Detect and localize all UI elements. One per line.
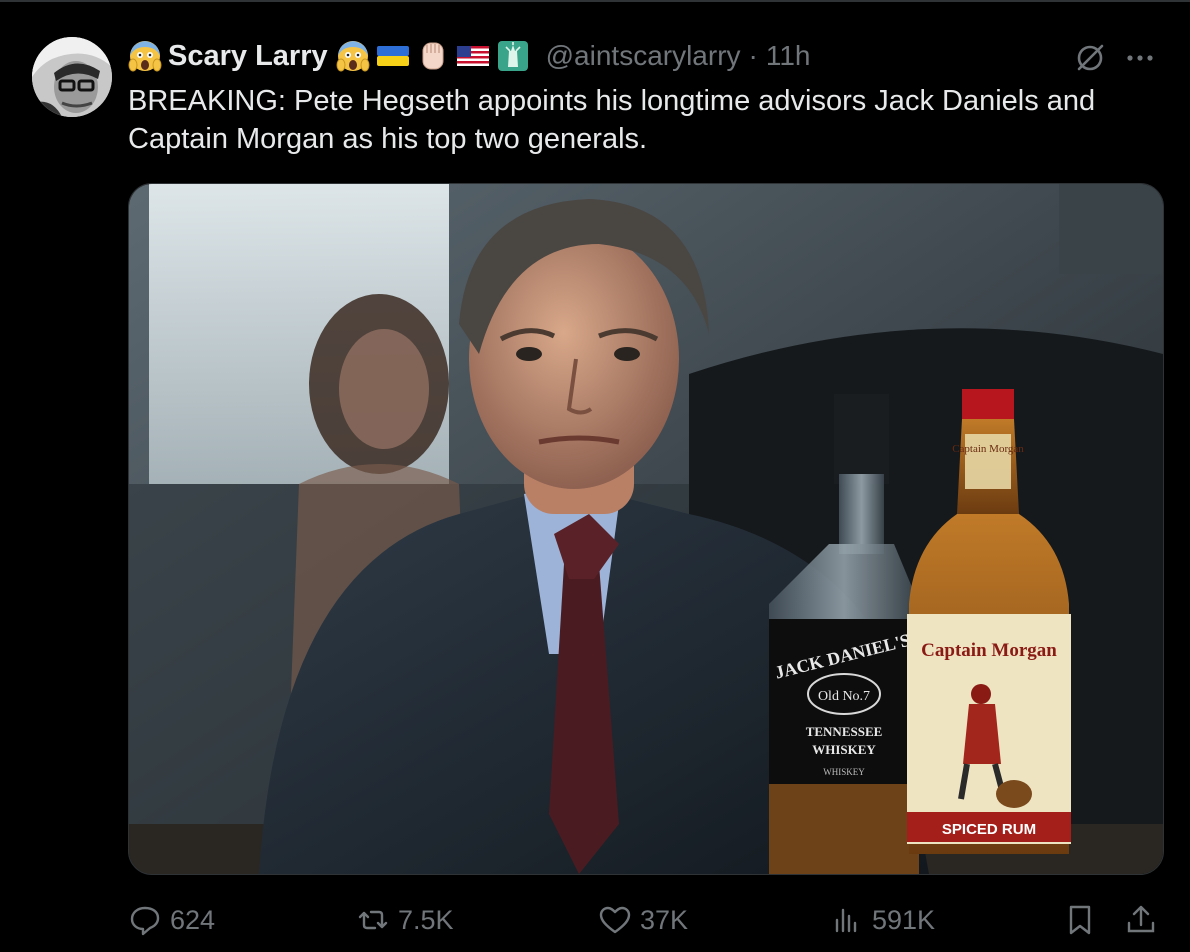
jd-monogram: Old No.7: [818, 689, 870, 704]
bookmark-button[interactable]: [1063, 892, 1105, 948]
scream-emoji-icon: [336, 39, 370, 73]
views-button[interactable]: 591K: [830, 892, 935, 948]
timestamp[interactable]: 11h: [766, 40, 811, 72]
heart-icon: [599, 906, 631, 934]
repost-button[interactable]: 7.5K: [356, 892, 454, 948]
reply-bubble-icon: [130, 906, 160, 936]
raised-fist-icon: [416, 39, 450, 73]
share-button[interactable]: [1124, 892, 1166, 948]
us-flag-icon: [456, 39, 490, 73]
cm-footer-label: SPICED RUM: [942, 821, 1036, 838]
bar-chart-icon: [835, 908, 857, 933]
author-handle[interactable]: @aintscarylarry: [546, 40, 741, 72]
display-name[interactable]: Scary Larry: [168, 40, 328, 73]
avatar[interactable]: [32, 37, 112, 117]
jd-line-tennessee: TENNESSEE: [806, 724, 883, 739]
top-divider: [0, 0, 1190, 2]
separator-dot: ·: [748, 40, 758, 71]
share-upload-icon: [1127, 905, 1155, 933]
repost-count: 7.5K: [398, 904, 454, 935]
tweet-image[interactable]: JACK DANIEL'S Old No.7 TENNESSEE WHISKEY…: [128, 183, 1164, 875]
tweet-text: BREAKING: Pete Hegseth appoints his long…: [128, 85, 1096, 155]
like-button[interactable]: 37K: [598, 892, 688, 948]
tweet-actions: 624 7.5K 37K 591K: [128, 892, 1162, 948]
statue-of-liberty-icon: [496, 39, 530, 73]
reply-count: 624: [170, 904, 216, 935]
scream-emoji-icon: [128, 39, 162, 73]
ukraine-flag-icon: [376, 39, 410, 73]
cm-brand-label: Captain Morgan: [921, 640, 1057, 661]
like-count: 37K: [640, 904, 689, 935]
views-count: 591K: [872, 904, 936, 935]
repost-arrows-icon: [358, 910, 388, 930]
tweet-header: Scary Larry @aintscarylarry · 11h: [128, 36, 1170, 76]
grok-icon[interactable]: [1072, 40, 1108, 76]
jd-line-small: WHISKEY: [823, 767, 865, 777]
cm-neck-label: Captain Morgan: [952, 443, 1024, 455]
jd-line-whiskey: WHISKEY: [812, 742, 876, 757]
bookmark-icon: [1069, 905, 1091, 935]
more-dots-icon[interactable]: [1122, 40, 1158, 76]
reply-button[interactable]: 624: [128, 892, 215, 948]
